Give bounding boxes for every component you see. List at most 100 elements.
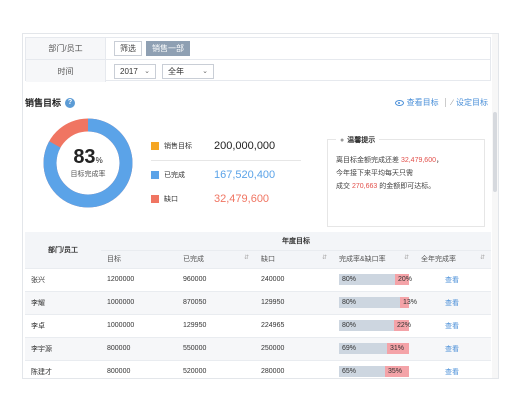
gap-icon bbox=[151, 195, 159, 203]
cell-action: 查看 bbox=[415, 337, 491, 361]
table-row: 李耀 1000000 870050 129950 80% 13% 查看 bbox=[25, 291, 491, 315]
completion-label: 目标完成率 bbox=[70, 171, 106, 178]
col-target-label: 目标 bbox=[107, 256, 121, 263]
tip-line-1: 离目标金额完成还差 32,479,600， bbox=[336, 154, 476, 167]
rate-label: 80% bbox=[342, 299, 357, 306]
section-title-text: 销售目标 bbox=[25, 98, 62, 108]
cell-name: 李宇源 bbox=[25, 337, 101, 361]
col-year-rate-label: 全年完成率 bbox=[421, 256, 456, 263]
cell-action: 查看 bbox=[415, 360, 491, 378]
cell-action: 查看 bbox=[415, 314, 491, 338]
col-target-header: 目标 bbox=[101, 250, 177, 269]
tip-title-text: 温馨提示 bbox=[347, 137, 376, 144]
rate-label: 65% bbox=[342, 368, 357, 375]
tip-box: ● 温馨提示 离目标金额完成还差 32,479,600， 今年接下来平均每天只需… bbox=[327, 135, 485, 227]
tip-gap-amount: 32,479,600 bbox=[400, 157, 436, 164]
selected-dept-tag[interactable]: 销售一部 bbox=[146, 41, 190, 56]
done-icon bbox=[151, 171, 159, 179]
cell-action: 查看 bbox=[415, 291, 491, 315]
stat-divider bbox=[151, 160, 301, 161]
rate-label: 80% bbox=[342, 276, 357, 283]
group-header: 年度目标 bbox=[101, 232, 491, 251]
stat-target-value: 200,000,000 bbox=[214, 140, 276, 152]
col-gap-header[interactable]: 缺口 ⇵ bbox=[255, 250, 333, 269]
eye-icon bbox=[394, 99, 404, 106]
year-select[interactable]: 2017 ⌄ bbox=[114, 63, 156, 79]
sort-icon: ⇵ bbox=[243, 255, 249, 261]
rate-bar: 65% 35% bbox=[339, 366, 409, 377]
cell-action: 查看 bbox=[415, 268, 491, 292]
gap-rate-segment: 31% bbox=[387, 343, 409, 354]
set-target-label: 设定目标 bbox=[456, 98, 488, 107]
gap-rate-segment: 13% bbox=[400, 297, 417, 308]
col-done-header[interactable]: 已完成 ⇵ bbox=[177, 250, 255, 269]
set-target-link[interactable]: ∕ 设定目标 bbox=[452, 97, 488, 108]
view-link[interactable]: 查看 bbox=[445, 346, 459, 353]
cell-rate: 80% 13% bbox=[333, 291, 417, 315]
cell-name: 陈建才 bbox=[25, 360, 101, 378]
gap-rate-segment: 35% bbox=[385, 366, 409, 377]
col-dept-header: 部门/员工 bbox=[25, 232, 101, 269]
col-gap-label: 缺口 bbox=[261, 256, 275, 263]
target-icon bbox=[151, 142, 159, 150]
bulb-icon: ● bbox=[340, 136, 345, 144]
tip-text: 的金额即可达标。 bbox=[379, 183, 436, 190]
donut-center: 83% 目标完成率 bbox=[43, 118, 133, 208]
cell-done: 550000 bbox=[177, 337, 255, 361]
table-row: 陈建才 800000 520000 280000 65% 35% 查看 bbox=[25, 360, 491, 378]
stat-gap-label: 缺口 bbox=[164, 196, 178, 203]
cell-rate: 80% 20% bbox=[333, 268, 415, 292]
filter-button[interactable]: 筛选 bbox=[114, 41, 142, 56]
view-target-label: 查看目标 bbox=[406, 98, 439, 107]
stat-done-label: 已完成 bbox=[164, 172, 185, 179]
cell-done: 520000 bbox=[177, 360, 255, 378]
tip-line-3: 成交 270,663 的金额即可达标。 bbox=[336, 180, 476, 193]
filter-row-time: 时间 2017 ⌄ 全年 ⌄ bbox=[26, 60, 490, 82]
chevron-down-icon: ⌄ bbox=[144, 68, 150, 75]
filter-panel: 部门/员工 筛选 销售一部 时间 2017 ⌄ 全年 ⌄ bbox=[25, 37, 491, 82]
scrollbar[interactable] bbox=[492, 34, 498, 378]
view-link[interactable]: 查看 bbox=[445, 369, 459, 376]
col-year-rate-header[interactable]: 全年完成率 ⇵ bbox=[415, 250, 491, 269]
sort-icon: ⇵ bbox=[479, 255, 485, 261]
cell-gap: 250000 bbox=[255, 337, 333, 361]
rate-label: 80% bbox=[342, 322, 357, 329]
cell-name: 李耀 bbox=[25, 291, 101, 315]
cell-name: 李卓 bbox=[25, 314, 101, 338]
sort-icon: ⇵ bbox=[403, 255, 409, 261]
stat-target: 销售目标 200,000,000 bbox=[151, 134, 301, 158]
col-done-label: 已完成 bbox=[183, 256, 204, 263]
tip-text: 离目标金额完成还差 bbox=[336, 157, 399, 164]
dept-label: 部门/员工 bbox=[26, 38, 106, 59]
cell-done: 870050 bbox=[177, 291, 255, 315]
rate-bar: 80% 20% bbox=[339, 274, 412, 285]
cell-gap: 240000 bbox=[255, 268, 333, 292]
filter-row-dept: 部门/员工 筛选 销售一部 bbox=[26, 38, 490, 60]
gap-rate-segment: 22% bbox=[394, 320, 411, 331]
target-table: 部门/员工 年度目标 目标 已完成 ⇵ 缺口 ⇵ 完成率&缺口率 ⇵ 全年完成率 ⇵ 张… bbox=[25, 232, 491, 378]
cell-target: 800000 bbox=[101, 337, 177, 361]
stats-list: 销售目标 200,000,000 已完成 167,520,400 缺口 32,4… bbox=[151, 134, 301, 211]
table-header-row: 部门/员工 年度目标 bbox=[25, 232, 491, 269]
cell-gap: 224965 bbox=[255, 314, 333, 338]
view-target-link[interactable]: 查看目标 bbox=[394, 97, 439, 108]
view-link[interactable]: 查看 bbox=[445, 277, 459, 284]
cell-target: 1000000 bbox=[101, 291, 177, 315]
view-link[interactable]: 查看 bbox=[445, 323, 459, 330]
divider bbox=[444, 98, 446, 107]
percent-unit: % bbox=[95, 156, 103, 165]
stat-target-label: 销售目标 bbox=[164, 143, 192, 150]
cell-rate: 69% 31% bbox=[333, 337, 415, 361]
col-rate-header[interactable]: 完成率&缺口率 ⇵ bbox=[333, 250, 415, 269]
cell-name: 张兴 bbox=[25, 268, 101, 292]
help-icon[interactable]: ? bbox=[65, 97, 76, 108]
gap-rate-segment: 20% bbox=[395, 274, 412, 285]
pencil-icon: ∕ bbox=[451, 98, 453, 107]
table-row: 李卓 1000000 129950 224965 80% 22% 查看 bbox=[25, 314, 491, 338]
view-link[interactable]: 查看 bbox=[445, 300, 459, 307]
tip-text: ， bbox=[436, 157, 443, 164]
scrollbar-thumb[interactable] bbox=[493, 112, 497, 192]
rate-label: 69% bbox=[342, 345, 357, 352]
tip-line-2: 今年接下来平均每天只需 bbox=[336, 170, 413, 177]
period-select[interactable]: 全年 ⌄ bbox=[162, 63, 214, 79]
